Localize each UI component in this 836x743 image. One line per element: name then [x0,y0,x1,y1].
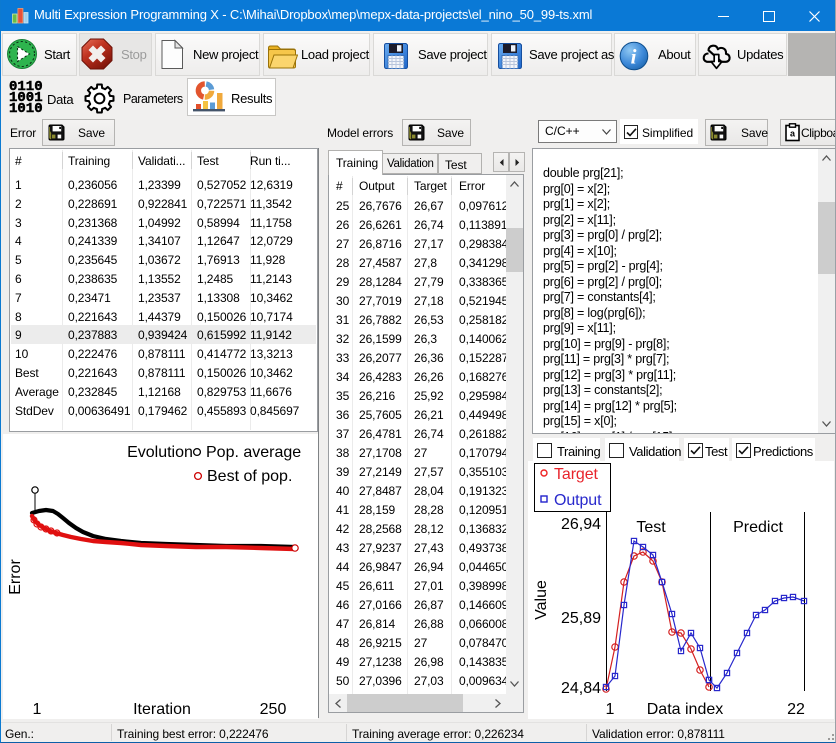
svg-text:Predict: Predict [733,519,783,536]
svg-text:22: 22 [787,701,805,718]
svg-text:Error: Error [7,559,24,595]
svg-text:Pop. average: Pop. average [206,444,301,461]
svg-text:Value: Value [533,580,550,620]
svg-text:i: i [631,45,637,69]
svg-text:250: 250 [260,701,287,718]
svg-text:24,84: 24,84 [561,680,601,697]
svg-text:Best of pop.: Best of pop. [207,468,292,485]
svg-text:26,94: 26,94 [561,516,601,533]
svg-text:Data index: Data index [647,701,724,718]
svg-text:Iteration: Iteration [133,701,191,718]
svg-text:25,89: 25,89 [561,610,601,627]
svg-text:1: 1 [33,701,42,718]
svg-text:1: 1 [606,701,615,718]
svg-text:Evolution: Evolution [127,444,193,461]
svg-text:Test: Test [636,519,666,536]
